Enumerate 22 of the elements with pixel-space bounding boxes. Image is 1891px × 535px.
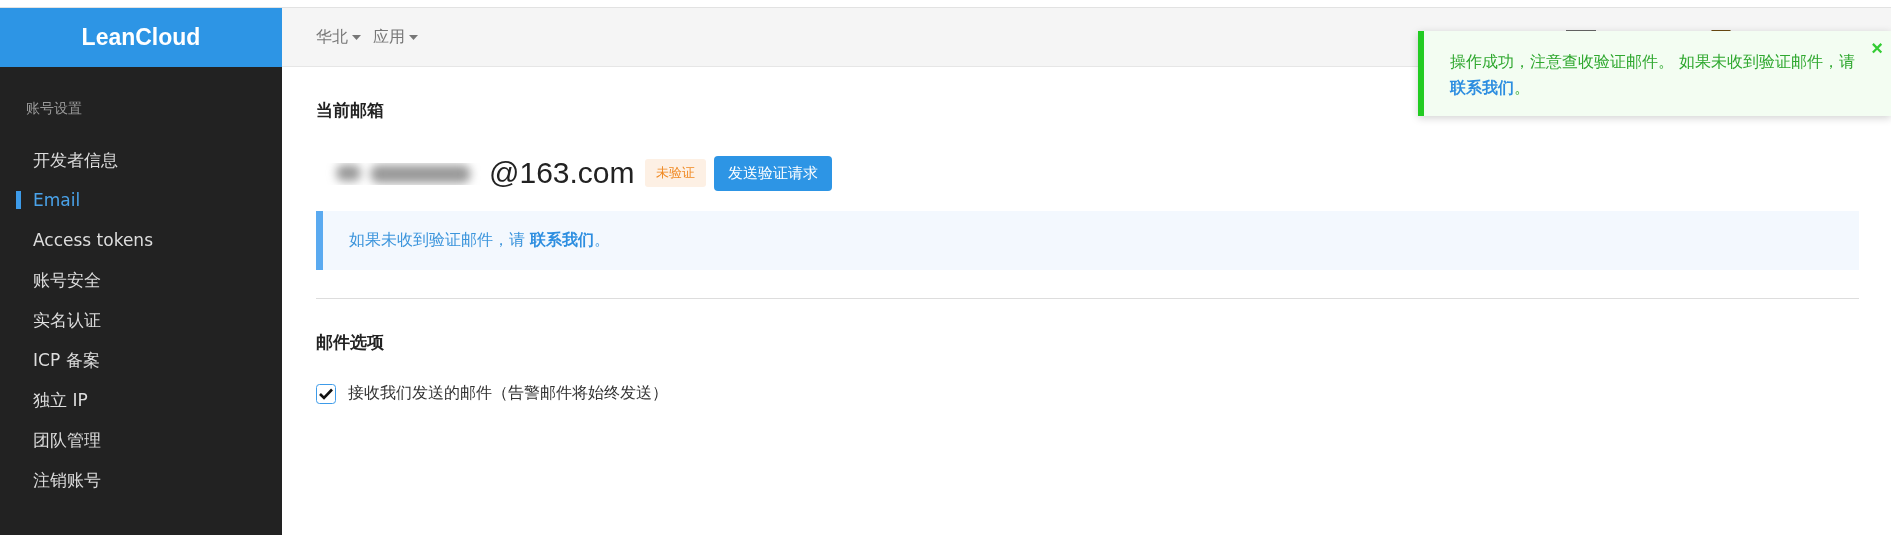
email-address: @163.com [489, 156, 635, 190]
checkbox[interactable] [316, 383, 336, 404]
sidebar-item[interactable]: ICP 备案 [0, 340, 282, 380]
sidebar-item[interactable]: 注销账号 [0, 460, 282, 500]
toast-message: 操作成功，注意查收验证邮件。 如果未收到验证邮件，请 联系我们。 [1450, 52, 1856, 99]
section-title: 当前邮箱 [316, 99, 385, 122]
caret-icon [352, 34, 361, 40]
section-label: 账号设置 [25, 99, 83, 118]
sidebar-item[interactable]: 账号安全 [0, 260, 282, 300]
dropdown-menu[interactable]: 华北 [316, 26, 361, 48]
dropdown-menu[interactable]: 应用 [373, 26, 418, 48]
info-message: 如果未收到验证邮件，请 联系我们。 [316, 211, 1859, 270]
sidebar-item[interactable]: 独立 IP [0, 380, 282, 420]
sidebar-item[interactable]: 实名认证 [0, 300, 282, 340]
checkbox-label: 接收我们发送的邮件（告警邮件将始终发送） [348, 383, 668, 404]
status-badge: 未验证 [644, 159, 706, 187]
caret-icon [409, 34, 418, 40]
sidebar-item[interactable]: 团队管理 [0, 420, 282, 460]
sidebar-item[interactable]: Access tokens [0, 220, 282, 260]
sidebar-item[interactable]: 开发者信息 [0, 140, 282, 180]
section-title: 邮件选项 [316, 331, 385, 354]
sidebar-item[interactable]: Email [0, 180, 282, 220]
